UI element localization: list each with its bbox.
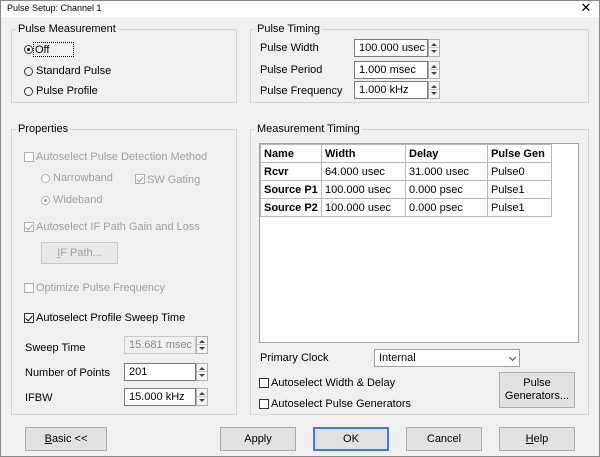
- table-cell[interactable]: Pulse0: [487, 162, 552, 181]
- autoselect-width-delay-checkbox[interactable]: [259, 378, 269, 388]
- points-field[interactable]: 201: [124, 363, 196, 381]
- pulse-timing-label: Pulse Timing: [255, 23, 322, 35]
- table-cell[interactable]: 0.000 psec: [405, 198, 488, 217]
- autoselect-sweep-label: Autoselect Profile Sweep Time: [36, 312, 186, 324]
- pulse-generators-button[interactable]: Pulse Generators...: [499, 372, 575, 408]
- table-row[interactable]: Rcvr 64.000 usec 31.000 usec Pulse0: [260, 162, 552, 181]
- autoselect-generators-checkbox[interactable]: [259, 399, 269, 409]
- primary-clock-select[interactable]: Internal: [374, 349, 520, 367]
- basic-mnemonic: B: [44, 433, 52, 445]
- autoselect-width-delay-label: Autoselect Width & Delay: [271, 377, 396, 389]
- autoselect-generators-label: Autoselect Pulse Generators: [271, 398, 412, 410]
- window-title: Pulse Setup: Channel 1: [7, 3, 102, 13]
- pulse-width-label: Pulse Width: [260, 42, 319, 54]
- pulse-period-label: Pulse Period: [260, 64, 323, 76]
- off-radio[interactable]: [24, 45, 33, 54]
- column-header-delay[interactable]: Delay: [405, 144, 488, 163]
- table-cell[interactable]: 64.000 usec: [321, 162, 406, 181]
- sweep-time-stepper[interactable]: [196, 336, 208, 354]
- autoselect-if-label: Autoselect IF Path Gain and Loss: [36, 221, 200, 233]
- pulse-width-stepper[interactable]: [428, 39, 440, 57]
- help-button-label: elp: [533, 433, 549, 445]
- autoselect-detection-checkbox[interactable]: [24, 152, 34, 162]
- column-header-pulse-gen[interactable]: Pulse Gen: [487, 144, 552, 163]
- table-cell[interactable]: 100.000 usec: [321, 198, 406, 217]
- help-mnemonic: H: [525, 433, 534, 445]
- pulse-width-field[interactable]: 100.000 usec: [354, 39, 428, 57]
- pulse-period-field[interactable]: 1.000 msec: [354, 61, 428, 79]
- narrowband-label: Narrowband: [53, 172, 113, 184]
- sw-gating-label: SW Gating: [147, 174, 201, 186]
- table-cell[interactable]: 0.000 psec: [405, 180, 488, 199]
- table-row[interactable]: Source P1 100.000 usec 0.000 psec Pulse1: [260, 180, 552, 199]
- ifbw-field[interactable]: 15.000 kHz: [124, 388, 196, 406]
- if-path-button[interactable]: IF Path...: [41, 242, 118, 264]
- chevron-down-icon: [508, 353, 517, 362]
- wideband-radio[interactable]: [41, 196, 50, 205]
- sweep-time-field[interactable]: 15.681 msec: [124, 336, 196, 354]
- autoselect-detection-label: Autoselect Pulse Detection Method: [36, 151, 208, 163]
- pulse-setup-dialog: Pulse Setup: Channel 1 ✕ Pulse Measureme…: [0, 0, 600, 457]
- pulse-frequency-label: Pulse Frequency: [260, 85, 343, 97]
- column-header-width[interactable]: Width: [321, 144, 406, 163]
- ifbw-stepper[interactable]: [196, 388, 208, 406]
- table-row[interactable]: Source P2 100.000 usec 0.000 psec Pulse1: [260, 198, 552, 217]
- apply-button[interactable]: Apply: [220, 427, 296, 451]
- standard-pulse-label[interactable]: Standard Pulse: [36, 64, 111, 78]
- if-path-button-label: F Path...: [60, 247, 102, 259]
- pulse-period-stepper[interactable]: [428, 61, 440, 79]
- properties-label: Properties: [16, 123, 71, 135]
- optimize-frequency-label: Optimize Pulse Frequency: [36, 282, 165, 294]
- wideband-label: Wideband: [53, 194, 103, 206]
- table-cell[interactable]: Pulse1: [487, 180, 552, 199]
- measurement-timing-label: Measurement Timing: [255, 123, 362, 135]
- table-cell[interactable]: Source P2: [260, 198, 322, 217]
- table-cell[interactable]: Rcvr: [260, 162, 322, 181]
- table-cell[interactable]: 31.000 usec: [405, 162, 488, 181]
- pulse-profile-label[interactable]: Pulse Profile: [36, 84, 98, 98]
- narrowband-radio[interactable]: [41, 174, 50, 183]
- pulse-frequency-stepper[interactable]: [428, 81, 440, 99]
- ok-button[interactable]: OK: [313, 427, 389, 451]
- points-label: Number of Points: [25, 367, 110, 379]
- ifbw-label: IFBW: [25, 392, 53, 404]
- optimize-frequency-checkbox[interactable]: [24, 283, 34, 293]
- cancel-button[interactable]: Cancel: [406, 427, 482, 451]
- autoselect-sweep-checkbox[interactable]: [24, 313, 34, 323]
- basic-button[interactable]: Basic <<: [25, 427, 107, 451]
- pulse-profile-radio[interactable]: [24, 87, 33, 96]
- timing-table[interactable]: Name Width Delay Pulse Gen Rcvr 64.000 u…: [259, 143, 579, 343]
- table-header-row: Name Width Delay Pulse Gen: [260, 144, 552, 163]
- table-cell[interactable]: Source P1: [260, 180, 322, 199]
- off-label[interactable]: Off: [35, 43, 49, 57]
- autoselect-if-checkbox[interactable]: [24, 222, 34, 232]
- primary-clock-label: Primary Clock: [260, 352, 329, 364]
- points-stepper[interactable]: [196, 363, 208, 381]
- standard-pulse-radio[interactable]: [24, 67, 33, 76]
- table-cell[interactable]: Pulse1: [487, 198, 552, 217]
- close-icon[interactable]: ✕: [579, 1, 593, 15]
- pulse-generators-line2: Generators...: [504, 390, 570, 402]
- basic-button-label: asic <<: [51, 433, 88, 445]
- pulse-generators-line1: Pulse: [523, 377, 551, 389]
- sweep-time-label: Sweep Time: [25, 342, 86, 354]
- help-button[interactable]: Help: [499, 427, 575, 451]
- table-cell[interactable]: 100.000 usec: [321, 180, 406, 199]
- sw-gating-checkbox[interactable]: [135, 174, 145, 184]
- primary-clock-value: Internal: [379, 352, 416, 364]
- pulse-measurement-label: Pulse Measurement: [16, 23, 118, 35]
- column-header-name[interactable]: Name: [260, 144, 322, 163]
- title-bar: Pulse Setup: Channel 1 ✕: [1, 1, 599, 17]
- pulse-frequency-field[interactable]: 1.000 kHz: [354, 81, 428, 99]
